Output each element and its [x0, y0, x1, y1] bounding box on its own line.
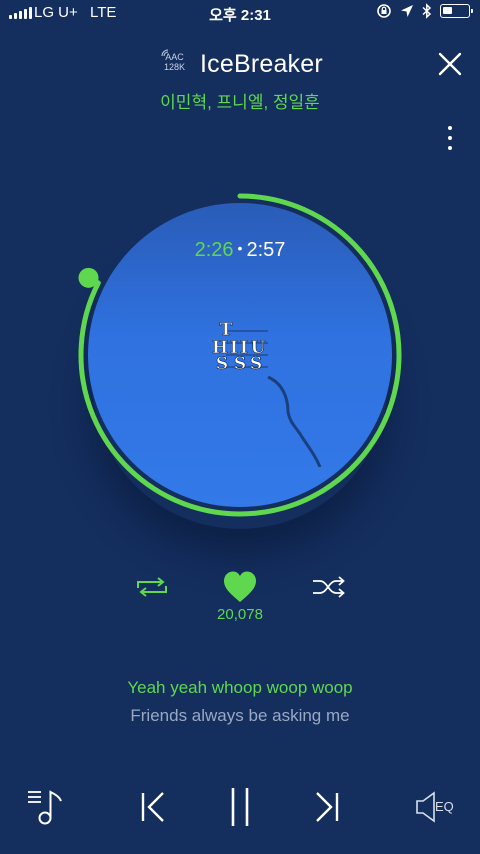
progress-knob[interactable]	[78, 267, 99, 288]
time-display: 2:26 • 2:57	[78, 239, 402, 262]
codec-badge: AAC 128K	[164, 52, 185, 72]
next-icon[interactable]	[312, 790, 342, 824]
previous-icon[interactable]	[138, 790, 168, 824]
lyric-next-line[interactable]: Friends always be asking me	[0, 706, 480, 726]
status-indicators	[376, 3, 473, 19]
rotation-lock-icon	[377, 4, 391, 18]
heart-icon[interactable]	[222, 570, 258, 604]
more-icon[interactable]	[443, 124, 457, 152]
repeat-icon[interactable]	[134, 575, 170, 599]
elapsed-time: 2:26	[194, 239, 234, 261]
artist-names[interactable]: 이민혁, 프니엘, 정일훈	[0, 88, 480, 113]
album-art-letter: S	[234, 354, 246, 374]
eq-label: EQ	[435, 799, 454, 814]
song-title: IceBreaker	[200, 50, 323, 78]
eq-button[interactable]: EQ	[414, 790, 464, 824]
close-icon[interactable]	[436, 50, 464, 78]
status-bar: LG U+ LTE 오후 2:31	[0, 0, 480, 26]
location-icon	[401, 5, 413, 17]
codec-format: AAC	[165, 52, 184, 62]
time-separator: •	[237, 240, 243, 256]
bluetooth-icon	[422, 3, 432, 19]
codec-bitrate: 128K	[164, 62, 186, 72]
album-art-letter: S	[216, 354, 228, 374]
lyric-current-line[interactable]: Yeah yeah whoop woop woop	[0, 678, 480, 698]
pause-icon[interactable]	[226, 786, 254, 828]
like-count: 20,078	[217, 606, 263, 623]
battery-icon	[440, 4, 473, 18]
album-art-letter: S	[250, 354, 262, 374]
playlist-icon[interactable]	[26, 788, 64, 826]
player-disc[interactable]: 2:26 • 2:57 T H I I U S S S	[78, 193, 402, 517]
total-time: 2:57	[246, 239, 286, 261]
album-art: T H I I U S S S	[212, 320, 322, 467]
album-art-letter: T	[220, 320, 233, 340]
shuffle-icon[interactable]	[311, 575, 347, 599]
